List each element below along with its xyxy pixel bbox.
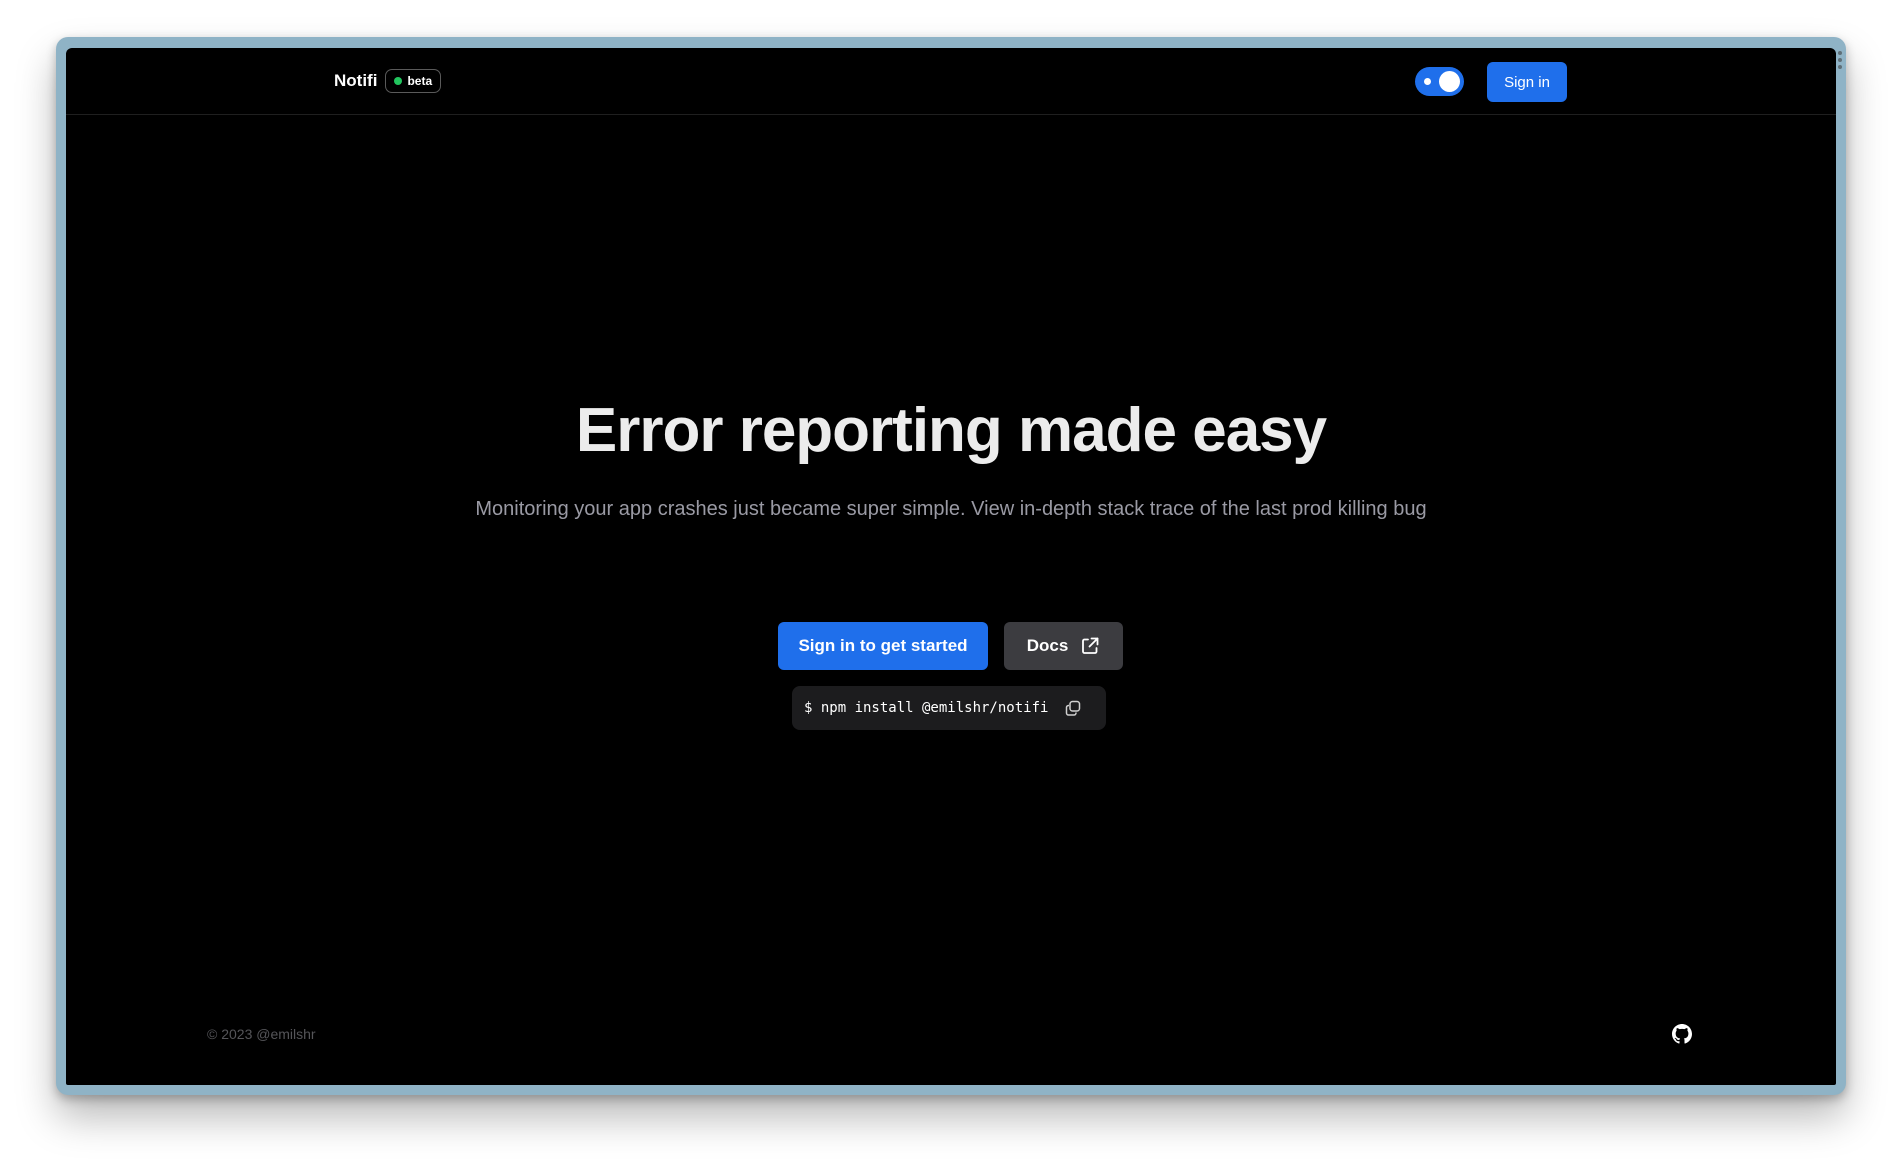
get-started-button[interactable]: Sign in to get started: [778, 622, 988, 670]
beta-badge-label: beta: [407, 74, 433, 88]
hero-subtitle: Monitoring your app crashes just became …: [475, 498, 1427, 520]
github-icon[interactable]: [1672, 1024, 1692, 1044]
external-link-icon: [1082, 637, 1099, 654]
beta-badge: beta: [385, 69, 442, 93]
install-command: $ npm install @emilshr/notifi: [804, 700, 1049, 716]
toggle-indicator-dot: [1424, 78, 1431, 85]
install-command-box: $ npm install @emilshr/notifi: [792, 686, 1106, 730]
hero-title: Error reporting made easy: [575, 396, 1327, 465]
brand[interactable]: Notifi beta: [334, 69, 442, 93]
docs-button[interactable]: Docs: [1004, 622, 1123, 670]
page-viewport: Notifi beta Sign in Error reporting made…: [66, 48, 1836, 1085]
brand-name: Notifi: [334, 71, 378, 90]
cta-row: Sign in to get started Docs: [66, 622, 1836, 670]
toggle-knob: [1439, 71, 1460, 92]
docs-button-label: Docs: [1026, 636, 1069, 655]
sign-in-button[interactable]: Sign in: [1487, 62, 1567, 102]
footer-copyright: © 2023 @emilshr: [207, 1026, 316, 1042]
copy-icon[interactable]: [1062, 697, 1084, 719]
browser-window: Notifi beta Sign in Error reporting made…: [56, 37, 1846, 1095]
site-header: Notifi beta Sign in: [66, 48, 1836, 115]
window-resize-handle[interactable]: [1838, 51, 1842, 69]
theme-toggle[interactable]: [1415, 67, 1464, 96]
status-dot-icon: [394, 77, 403, 85]
